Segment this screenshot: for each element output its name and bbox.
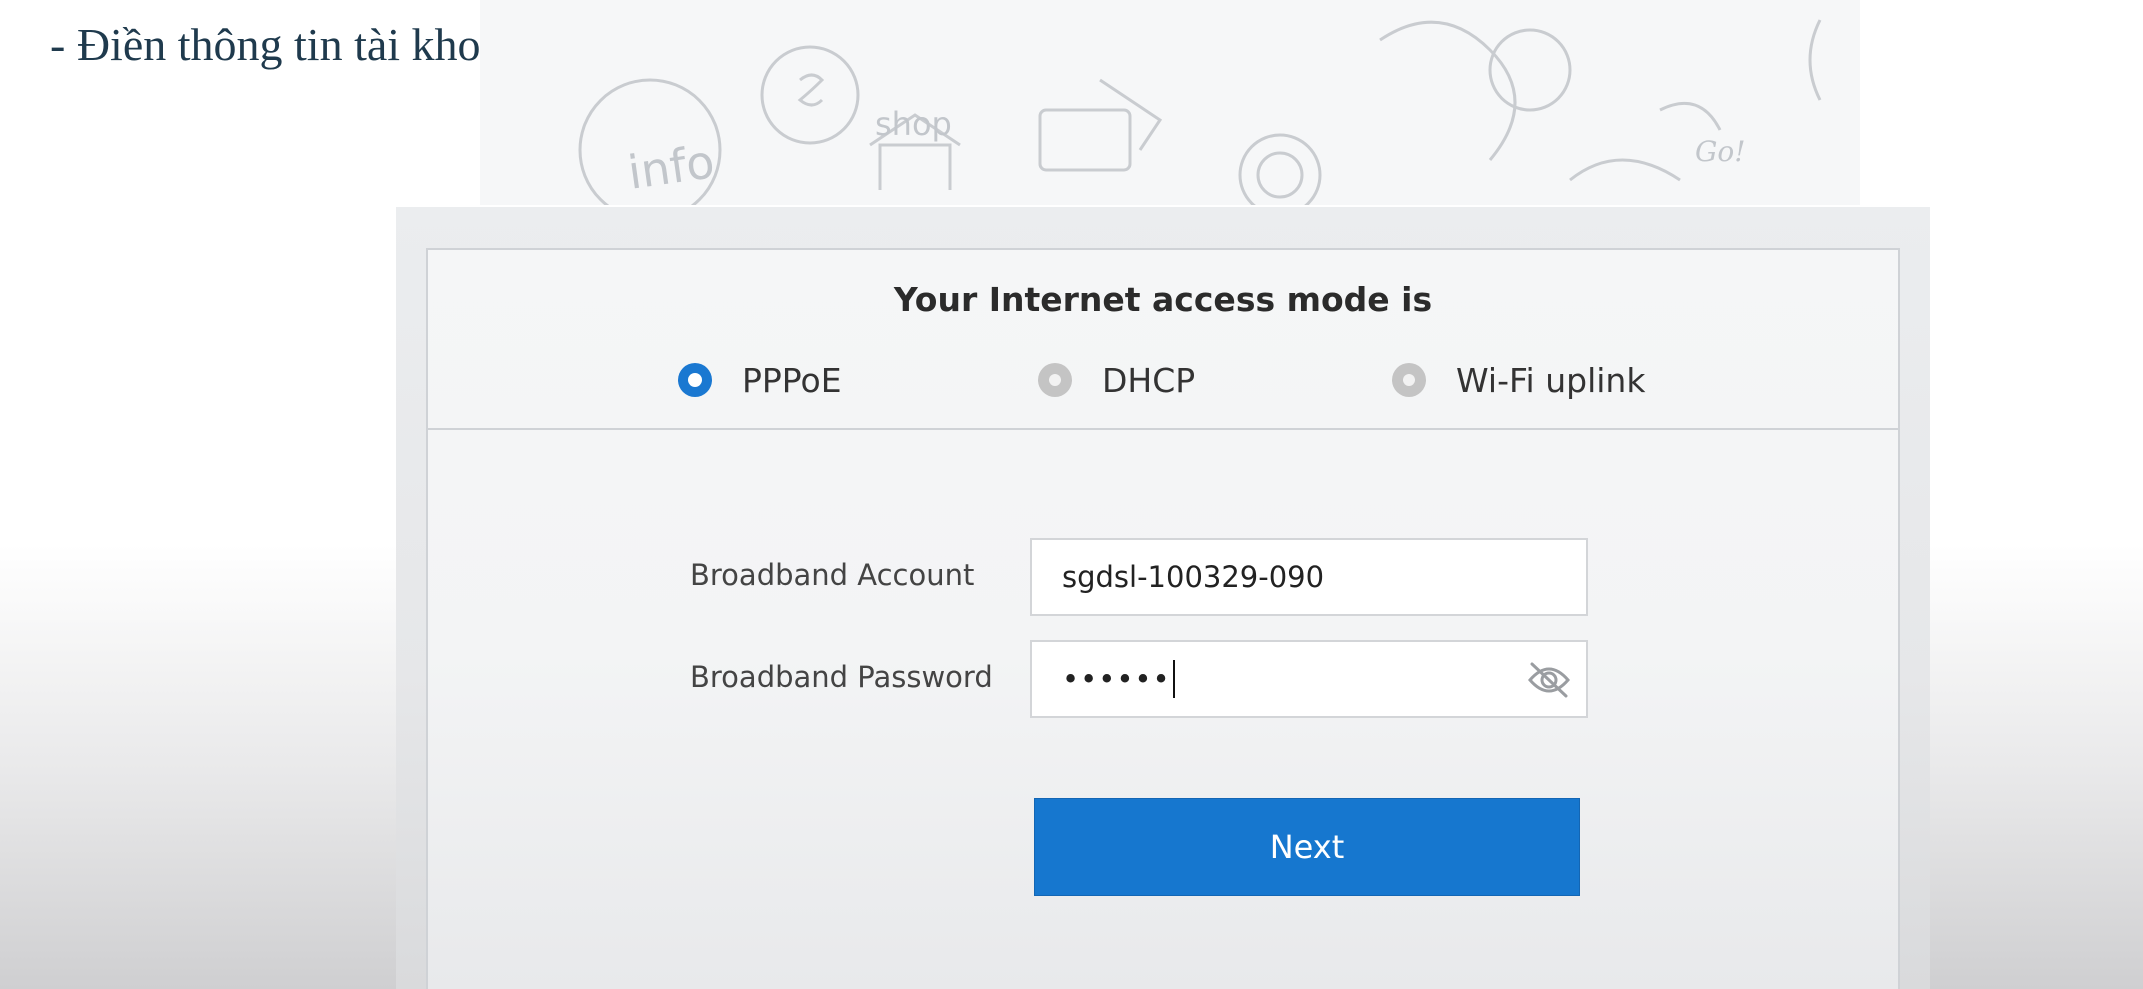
access-mode-section: Your Internet access mode is PPPoE DHCP … [428,250,1898,430]
radio-dhcp-label: DHCP [1102,360,1196,400]
radio-option-dhcp[interactable]: DHCP [1038,355,1195,405]
broadband-password-label: Broadband Password [690,660,993,694]
radio-pppoe-label: PPPoE [742,360,842,400]
next-button[interactable]: Next [1034,798,1580,896]
background-doodles: info shop Go! [480,0,1860,205]
broadband-account-label: Broadband Account [690,558,975,592]
doodle-shop-word: shop [875,105,952,143]
broadband-account-field[interactable] [1030,538,1588,616]
radio-wifi-uplink-label: Wi-Fi uplink [1456,360,1646,400]
text-caret [1172,660,1175,698]
doodle-go-word: Go! [1695,135,1746,168]
radio-dhcp-unselected-icon[interactable] [1038,363,1072,397]
radio-wifi-uplink-unselected-icon[interactable] [1392,363,1426,397]
radio-option-wifi-uplink[interactable]: Wi-Fi uplink [1392,355,1645,405]
broadband-account-input[interactable] [1062,560,1502,594]
access-mode-title: Your Internet access mode is [893,280,1433,319]
broadband-password-field[interactable]: •••••• [1030,640,1588,718]
eye-slash-icon[interactable] [1526,658,1572,702]
radio-pppoe-selected-icon[interactable] [678,363,712,397]
password-masked-value: •••••• [1062,662,1171,696]
radio-option-pppoe[interactable]: PPPoE [678,355,842,405]
